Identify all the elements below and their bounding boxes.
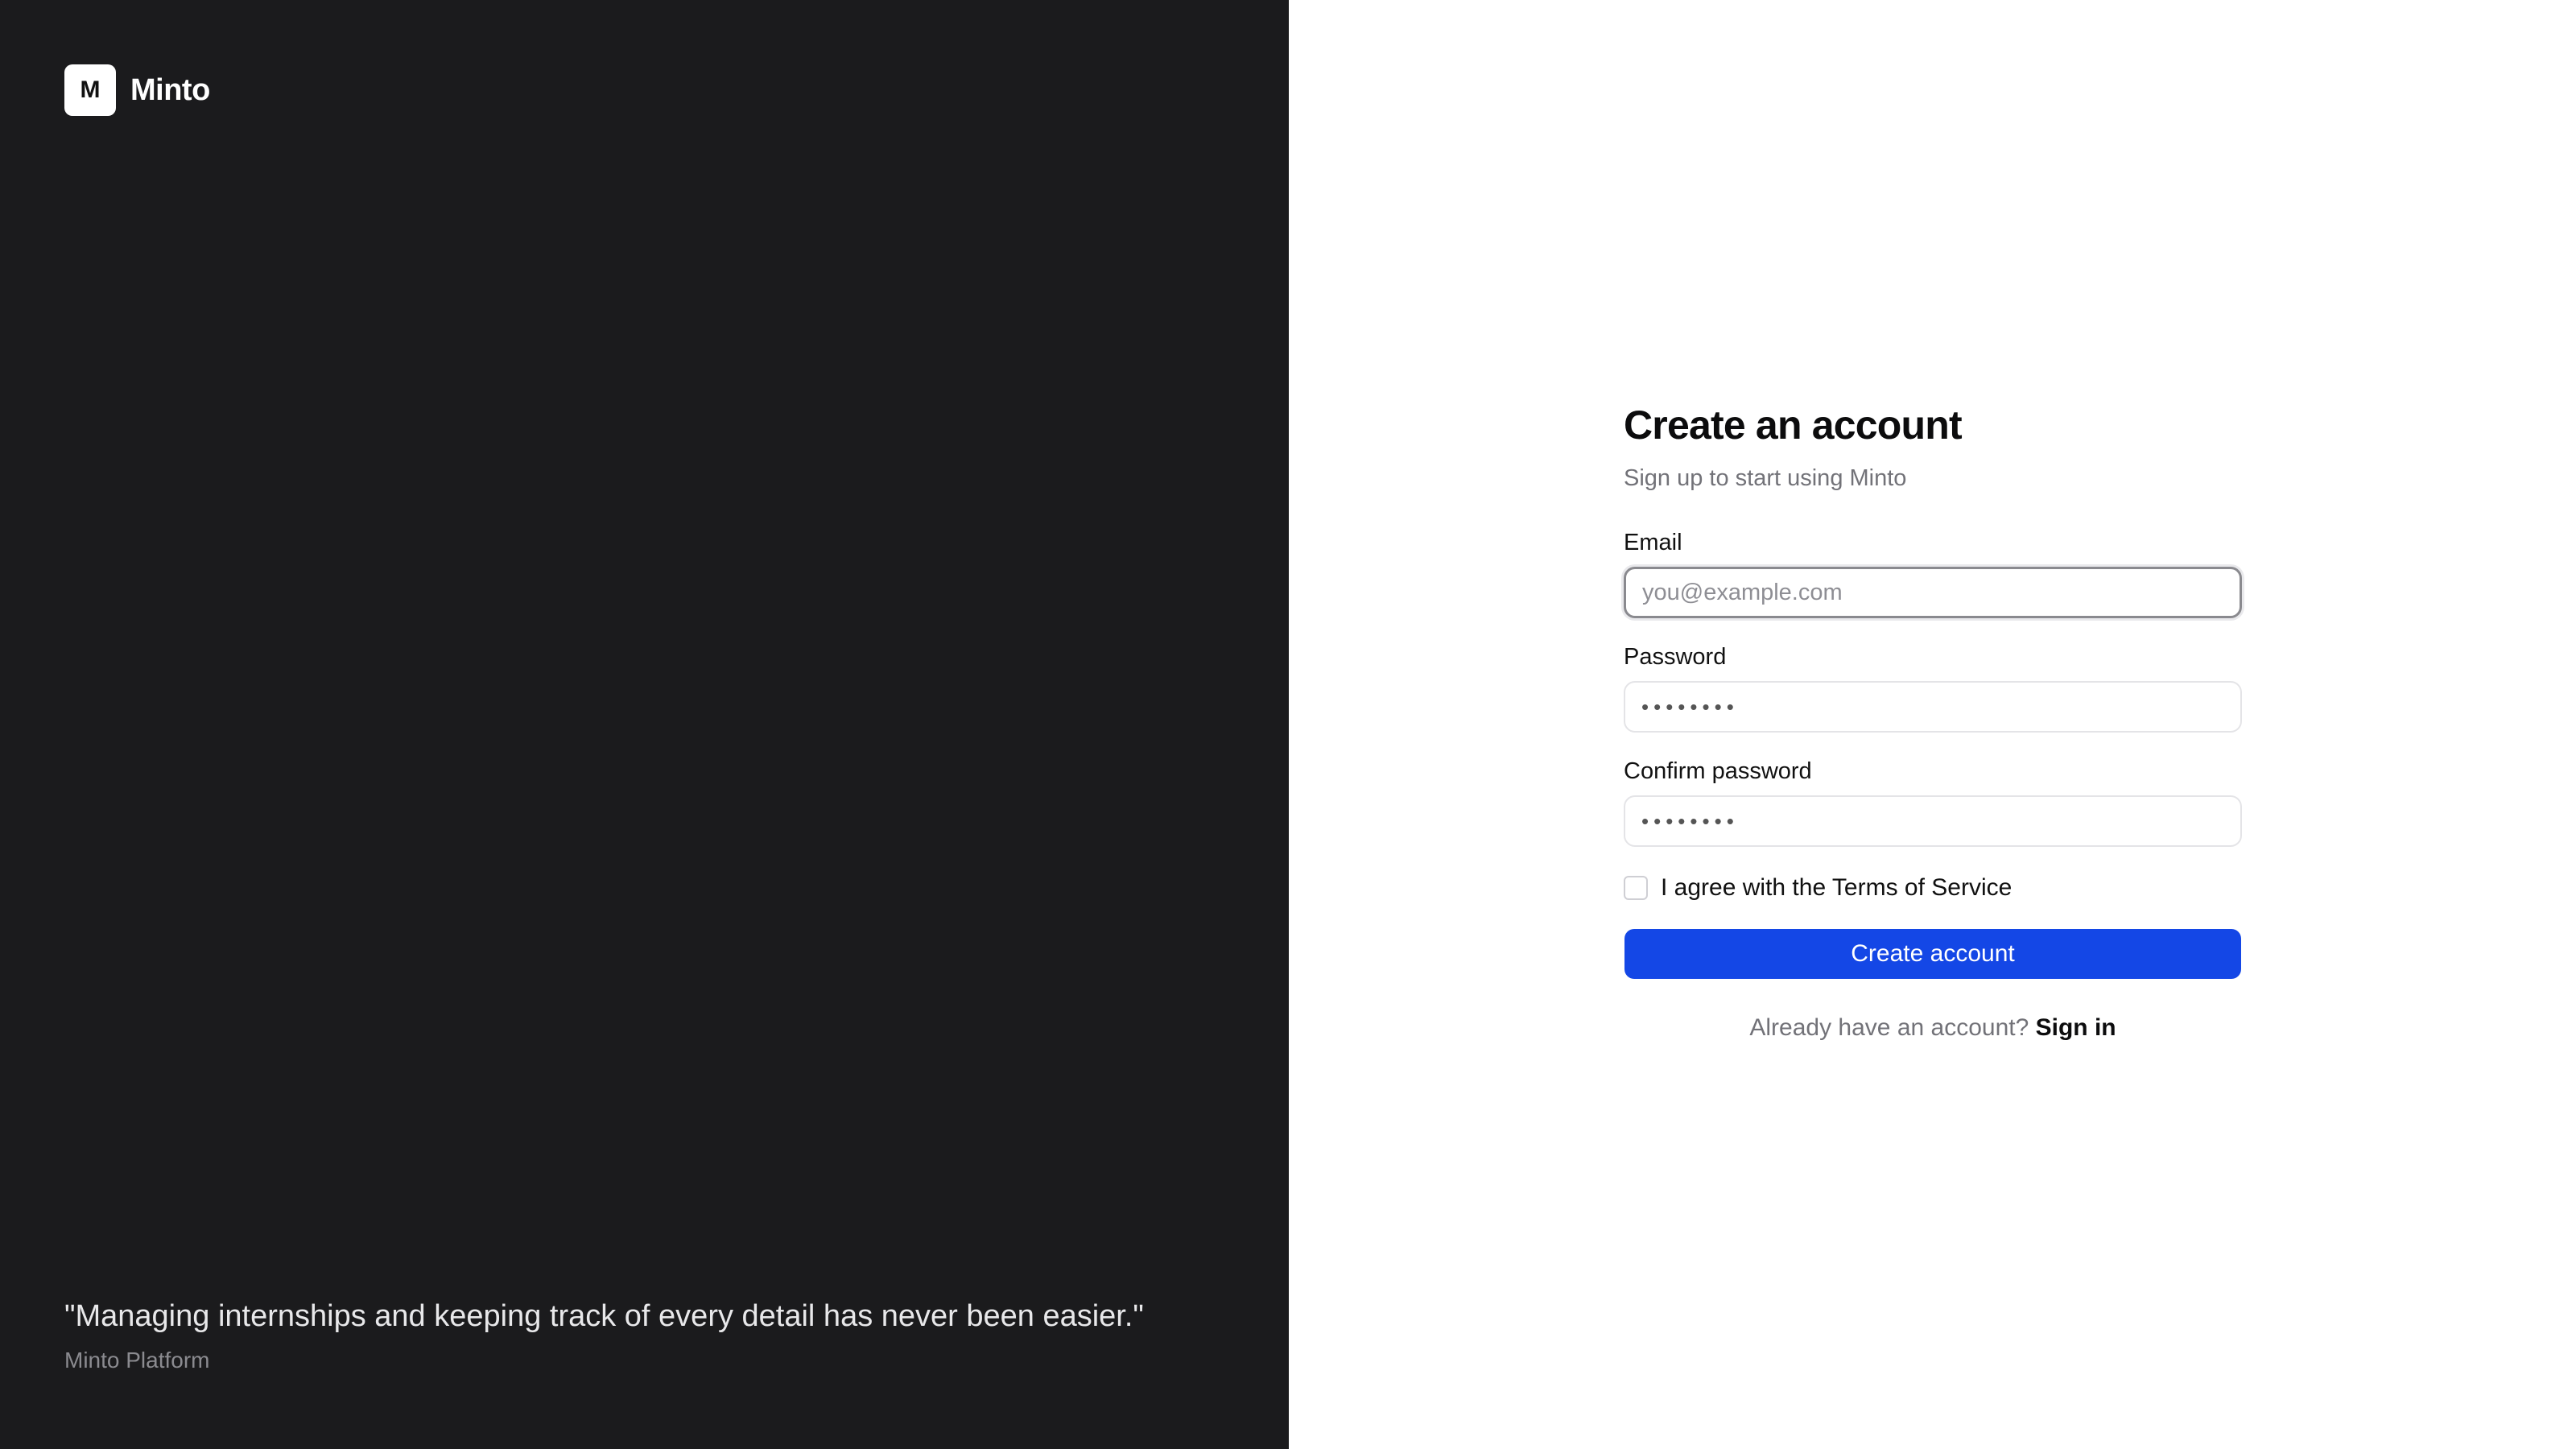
signin-link[interactable]: Sign in [2036,1014,2116,1041]
password-field-group: Password [1624,641,2242,733]
email-field-group: Email [1624,526,2242,618]
password-label: Password [1624,644,1727,670]
signup-page: M Minto "Managing internships and keepin… [0,0,2576,1449]
signin-prompt: Already have an account? [1749,1014,2036,1041]
brand-header: M Minto [64,64,210,116]
testimonial-source: Minto Platform [64,1348,210,1373]
email-label: Email [1624,530,1682,555]
create-account-button[interactable]: Create account [1624,929,2241,979]
terms-checkbox[interactable] [1624,876,1648,900]
signin-row: Already have an account? Sign in [1624,1014,2242,1042]
confirm-password-field-group: Confirm password [1624,755,2242,847]
email-input[interactable] [1624,567,2242,618]
testimonial-quote: "Managing internships and keeping track … [64,1299,1144,1333]
terms-label[interactable]: I agree with the Terms of Service [1661,874,2012,902]
page-subtitle: Sign up to start using Minto [1624,465,1907,491]
brand-name: Minto [130,72,210,107]
confirm-password-input[interactable] [1624,795,2242,847]
terms-row: I agree with the Terms of Service [1624,874,2242,902]
confirm-password-label: Confirm password [1624,758,1812,784]
form-panel: Create an account Sign up to start using… [1289,0,2576,1449]
password-input[interactable] [1624,681,2242,733]
signup-form: Create an account Sign up to start using… [1624,394,2242,1042]
logo-icon: M [64,64,116,116]
testimonial: "Managing internships and keeping track … [64,1293,1144,1373]
page-title: Create an account [1624,402,1963,448]
brand-panel: M Minto "Managing internships and keepin… [0,0,1289,1449]
